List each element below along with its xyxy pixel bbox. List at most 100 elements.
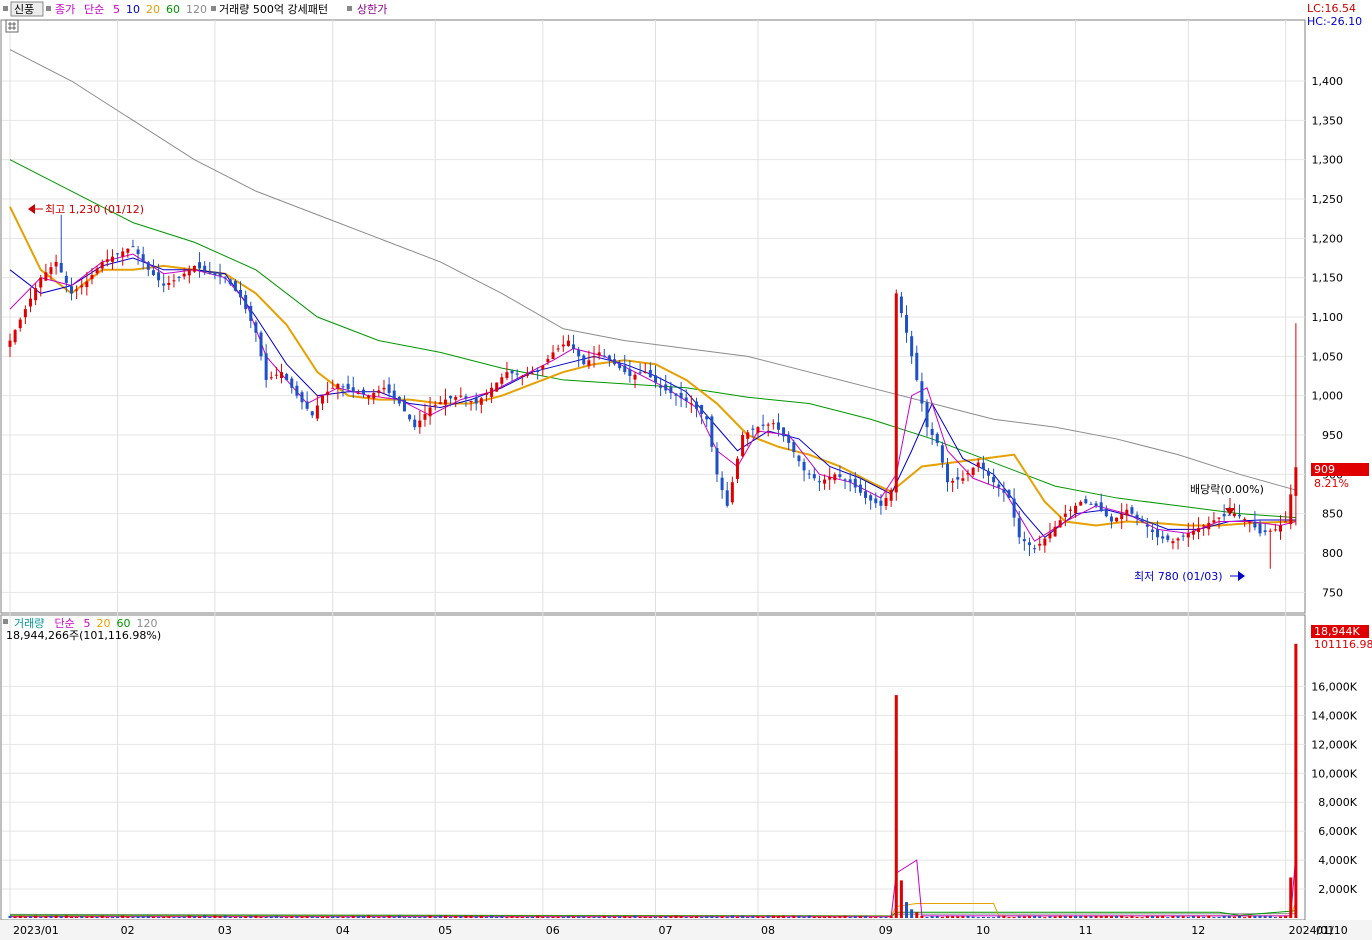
candle-body[interactable]	[730, 482, 734, 503]
volume-bar[interactable]	[1058, 915, 1062, 918]
candle-body[interactable]	[546, 358, 550, 363]
volume-bar[interactable]	[1197, 916, 1201, 918]
candle-body[interactable]	[1109, 516, 1113, 522]
candle-body[interactable]	[397, 396, 401, 404]
volume-bar[interactable]	[90, 916, 94, 918]
volume-bar[interactable]	[884, 916, 888, 918]
candle-body[interactable]	[367, 395, 371, 398]
candle-body[interactable]	[500, 377, 504, 384]
volume-bar[interactable]	[438, 915, 442, 918]
candle-body[interactable]	[474, 398, 478, 404]
volume-bar[interactable]	[1135, 917, 1139, 919]
candle-body[interactable]	[351, 387, 355, 392]
volume-bar[interactable]	[1273, 917, 1277, 919]
candle-body[interactable]	[69, 286, 73, 294]
volume-bar[interactable]	[638, 916, 642, 918]
volume-bar[interactable]	[1145, 915, 1149, 918]
candle-body[interactable]	[116, 253, 120, 255]
stock-name[interactable]: 신풍	[14, 3, 34, 16]
volume-bar[interactable]	[28, 916, 32, 918]
candle-body[interactable]	[34, 288, 38, 301]
candle-body[interactable]	[192, 265, 196, 272]
candle-body[interactable]	[1053, 526, 1057, 537]
volume-bar[interactable]	[1248, 915, 1252, 918]
candle-body[interactable]	[986, 471, 990, 476]
candle-body[interactable]	[802, 461, 806, 471]
candle-body[interactable]	[126, 248, 130, 253]
volume-bar[interactable]	[623, 916, 627, 918]
volume-bar[interactable]	[85, 916, 89, 918]
volume-bar[interactable]	[1068, 916, 1072, 918]
candle-body[interactable]	[1212, 520, 1216, 523]
volume-bar[interactable]	[402, 917, 406, 919]
volume-bar[interactable]	[1253, 915, 1257, 918]
volume-bar[interactable]	[587, 916, 591, 918]
volume-bar[interactable]	[223, 915, 227, 918]
candle-body[interactable]	[438, 402, 442, 405]
volume-bar[interactable]	[280, 916, 284, 918]
candle-body[interactable]	[408, 414, 412, 420]
volume-bar[interactable]	[669, 916, 673, 918]
volume-bar[interactable]	[602, 915, 606, 918]
candle-body[interactable]	[843, 479, 847, 481]
volume-bar[interactable]	[628, 916, 632, 918]
candle-body[interactable]	[572, 344, 576, 349]
candle-body[interactable]	[1043, 538, 1047, 546]
volume-bar[interactable]	[116, 916, 120, 918]
candle-body[interactable]	[49, 267, 53, 274]
grid-toggle-icon[interactable]	[5, 19, 19, 33]
volume-bar[interactable]	[1227, 915, 1231, 918]
candle-body[interactable]	[1027, 542, 1031, 546]
volume-bar[interactable]	[1104, 915, 1108, 918]
volume-bar[interactable]	[157, 917, 161, 919]
candle-body[interactable]	[725, 490, 729, 506]
candle-body[interactable]	[1253, 521, 1257, 528]
candle-body[interactable]	[39, 277, 43, 288]
candle-body[interactable]	[664, 384, 668, 391]
volume-bar[interactable]	[1232, 916, 1236, 918]
volume-bar[interactable]	[812, 916, 816, 918]
candle-body[interactable]	[858, 484, 862, 493]
candle-body[interactable]	[392, 390, 396, 399]
candle-body[interactable]	[592, 356, 596, 358]
volume-bar[interactable]	[361, 915, 365, 918]
candle-body[interactable]	[669, 386, 673, 394]
candle-body[interactable]	[531, 373, 535, 375]
volume-bar[interactable]	[607, 916, 611, 918]
candle-body[interactable]	[694, 401, 698, 409]
volume-bar[interactable]	[454, 916, 458, 918]
candle-body[interactable]	[418, 420, 422, 428]
volume-bar[interactable]	[228, 916, 232, 918]
candle-body[interactable]	[1279, 525, 1283, 532]
candle-body[interactable]	[674, 393, 678, 396]
candle-body[interactable]	[976, 462, 980, 467]
candle-body[interactable]	[157, 272, 161, 281]
volume-bar[interactable]	[1109, 916, 1113, 918]
volume-bar[interactable]	[377, 916, 381, 918]
candle-body[interactable]	[305, 401, 309, 409]
volume-bar[interactable]	[613, 916, 617, 918]
candle-body[interactable]	[44, 272, 48, 281]
candle-body[interactable]	[346, 383, 350, 390]
candle-body[interactable]	[1058, 520, 1062, 528]
candle-body[interactable]	[638, 372, 642, 374]
candle-body[interactable]	[23, 309, 27, 318]
volume-bar[interactable]	[443, 915, 447, 918]
candle-body[interactable]	[930, 428, 934, 435]
candle-body[interactable]	[490, 387, 494, 397]
volume-bar[interactable]	[1176, 915, 1180, 918]
volume-bar[interactable]	[34, 915, 38, 918]
candle-body[interactable]	[577, 349, 581, 357]
volume-bar[interactable]	[1181, 916, 1185, 918]
upper-limit-label[interactable]: 상한가	[357, 3, 387, 16]
volume-bar[interactable]	[930, 916, 934, 918]
candle-body[interactable]	[264, 353, 268, 380]
volume-bar[interactable]	[561, 916, 565, 918]
candle-body[interactable]	[213, 271, 217, 276]
volume-bar[interactable]	[915, 912, 919, 918]
volume-bar[interactable]	[864, 915, 868, 918]
volume-bar[interactable]	[1084, 916, 1088, 918]
volume-bar[interactable]	[1217, 916, 1221, 918]
candle-body[interactable]	[915, 352, 919, 380]
candle-body[interactable]	[454, 396, 458, 400]
